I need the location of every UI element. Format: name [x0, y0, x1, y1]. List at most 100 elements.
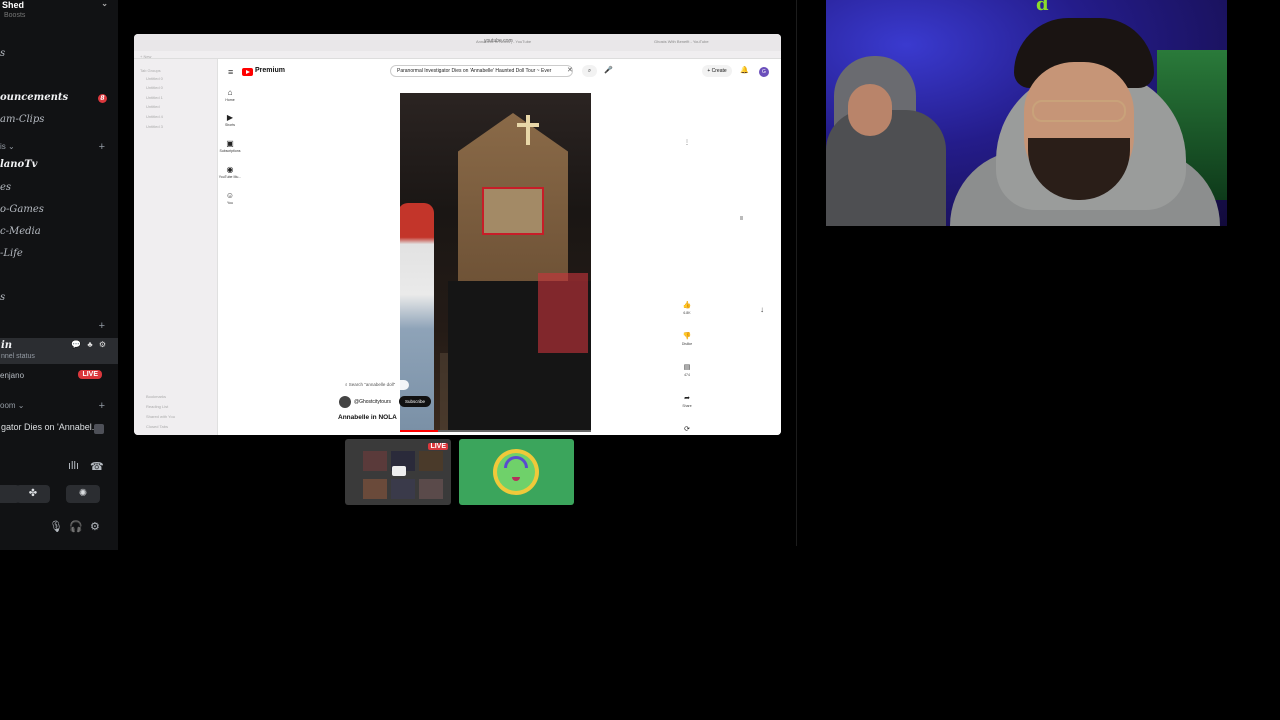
mic-icon[interactable]: 🎙 [49, 520, 63, 533]
stream-participant-tile[interactable]: LIVE [345, 439, 451, 505]
video-frame-cross [517, 123, 539, 127]
nav-item-youtube-music[interactable]: ◉ YouTube Mu... [218, 165, 242, 179]
channel-item-lanotv[interactable]: lanoTv [0, 159, 118, 173]
sidebar-item-tab-group[interactable]: Untitled 4 [146, 114, 163, 119]
more-options-icon[interactable]: ⋮ [684, 139, 690, 146]
sidebar-item-tab-group[interactable]: Untitled 3 [146, 124, 163, 129]
share-button[interactable]: ➦ Share [680, 394, 694, 408]
shorts-video-player[interactable] [400, 93, 591, 432]
channel-item-video-games[interactable]: o-Games [0, 204, 118, 218]
create-button[interactable]: + Create [702, 65, 732, 77]
add-channel-icon[interactable]: + [99, 320, 105, 332]
chevron-down-icon[interactable]: ⌄ [101, 0, 108, 8]
unread-badge: 8 [98, 94, 107, 103]
add-channel-icon[interactable]: + [99, 141, 105, 153]
music-icon: ◉ [226, 165, 234, 174]
user-participant-tile[interactable] [459, 439, 574, 505]
panel-divider [796, 0, 797, 546]
search-button[interactable]: ⌕ [582, 65, 597, 77]
channel-item[interactable]: s [0, 292, 118, 306]
sidebar-item-bookmarks[interactable]: Bookmarks [146, 394, 166, 399]
remix-button[interactable]: ⟳4 [680, 425, 694, 435]
channel-item-stream-clips[interactable]: am-Clips [0, 114, 118, 128]
add-channel-icon[interactable]: + [99, 400, 105, 412]
settings-gear-icon[interactable]: ⚙ [90, 520, 100, 533]
channel-item-social-media[interactable]: c-Media [0, 226, 118, 240]
disconnect-icon[interactable]: ☎ [90, 460, 104, 473]
live-badge: LIVE [78, 370, 102, 379]
voice-channel-actions[interactable]: 💬 ♣ ⚙ [71, 340, 108, 349]
stream-thumb-cell [363, 451, 387, 471]
thumbs-down-icon: 👎 [682, 333, 692, 340]
channel-item-irl-life[interactable]: -Life [0, 248, 118, 262]
sidebar-item-tab-group[interactable]: Untitled 0 [146, 85, 163, 90]
nav-item-home[interactable]: ⌂ Home [218, 88, 242, 102]
stream-call-title[interactable]: gator Dies on 'Annabel... [0, 422, 118, 442]
channel-handle[interactable]: @Ghostcitytours [354, 399, 391, 405]
nav-item-subscriptions[interactable]: ▣ Subscriptions [218, 139, 242, 153]
webcam-feed[interactable]: d [826, 0, 1227, 226]
youtube-brand[interactable]: Premium [255, 67, 285, 74]
channel-item[interactable]: s [0, 48, 118, 62]
shared-screen-browser[interactable]: youtube.com Annabelle in NOLA | - YouTub… [134, 34, 781, 435]
server-name[interactable]: Shed ⌄ [0, 0, 118, 12]
video-progress-fill [400, 430, 439, 432]
sidebar-item-tab-group[interactable]: Untitled [146, 104, 160, 109]
profile-icon: ☺ [225, 191, 235, 200]
browser-tab-bar: youtube.com Annabelle in NOLA | - YouTub… [134, 34, 781, 51]
next-video-arrow-icon[interactable]: ↓ [760, 305, 764, 314]
voice-user[interactable]: enjano LIVE [0, 370, 118, 384]
sidebar-item-new-tab[interactable]: + New [140, 54, 151, 59]
browser-tab[interactable]: Ghosts With Benefit - YouTube [654, 39, 709, 44]
voice-channel-active[interactable]: in 💬 ♣ ⚙ nnel status [0, 338, 118, 364]
channel-item[interactable]: es [0, 182, 118, 196]
activities-button[interactable]: ✤ [16, 485, 50, 503]
video-frame-cross [526, 115, 530, 145]
stream-icon[interactable] [94, 424, 104, 434]
video-progress-bar[interactable] [400, 430, 591, 432]
sidebar-item-reading-list[interactable]: Reading List [146, 404, 168, 409]
sidebar-item-shared[interactable]: Shared with You [146, 414, 175, 419]
soundboard-button[interactable]: ✺ [66, 485, 100, 503]
category-header[interactable]: + [0, 320, 118, 334]
sidebar-item-tab-group[interactable]: Untitled 1 [146, 95, 163, 100]
glasses [1032, 100, 1126, 122]
category-header[interactable]: is ⌄ + [0, 141, 118, 156]
comment-icon: ▤ [683, 364, 691, 371]
channel-status[interactable]: nnel status [1, 353, 35, 360]
search-input[interactable] [390, 65, 573, 77]
remix-icon: ⟳ [684, 426, 690, 433]
like-button[interactable]: 👍 6.8K [680, 301, 694, 315]
mouse-cursor-icon [740, 216, 743, 220]
nav-item-shorts[interactable]: ▶ Shorts [218, 113, 242, 127]
sidebar-item-tab-group[interactable]: Untitled 0 [146, 76, 163, 81]
notifications-bell-icon[interactable]: 🔔 [740, 66, 749, 74]
clear-search-icon[interactable]: ✕ [567, 66, 573, 74]
browser-tab[interactable]: Annabelle in NOLA | - YouTube [476, 39, 531, 44]
thumbs-up-icon: 👍 [682, 302, 692, 309]
nav-item-you[interactable]: ☺ You [218, 191, 242, 205]
video-search-chip[interactable]: ⌕ Search "annabelle doll" [341, 380, 409, 390]
browser-toolbar [134, 51, 781, 59]
voice-search-icon[interactable]: 🎤 [604, 66, 613, 74]
video-frame-window [482, 187, 544, 235]
dislike-button[interactable]: 👎 Dislike [680, 332, 694, 346]
comments-button[interactable]: ▤ 474 [680, 363, 694, 377]
video-title[interactable]: Annabelle in NOLA [338, 414, 397, 421]
stream-thumb-cell [391, 479, 415, 499]
category-header[interactable]: oom ⌄ + [0, 400, 118, 415]
stream-thumb-cell [419, 479, 443, 499]
subscribe-button[interactable]: Subscribe [399, 396, 431, 407]
account-avatar[interactable]: G [759, 67, 769, 77]
youtube-logo-icon[interactable] [242, 68, 253, 76]
live-badge: LIVE [428, 443, 448, 450]
shorts-icon: ▶ [226, 113, 234, 122]
sidebar-item-closed-tabs[interactable]: Closed Tabs [146, 424, 168, 429]
sound-wave-icon[interactable]: ıllı [68, 460, 79, 472]
channel-item-announcements[interactable]: ouncements 8 [0, 92, 118, 106]
headphones-icon[interactable]: 🎧 [69, 520, 83, 533]
channel-avatar[interactable] [339, 396, 351, 408]
home-icon: ⌂ [227, 88, 233, 97]
hamburger-menu-icon[interactable]: ≡ [228, 67, 233, 77]
sidebar-item-tab-groups[interactable]: Tab Groups [140, 68, 161, 73]
